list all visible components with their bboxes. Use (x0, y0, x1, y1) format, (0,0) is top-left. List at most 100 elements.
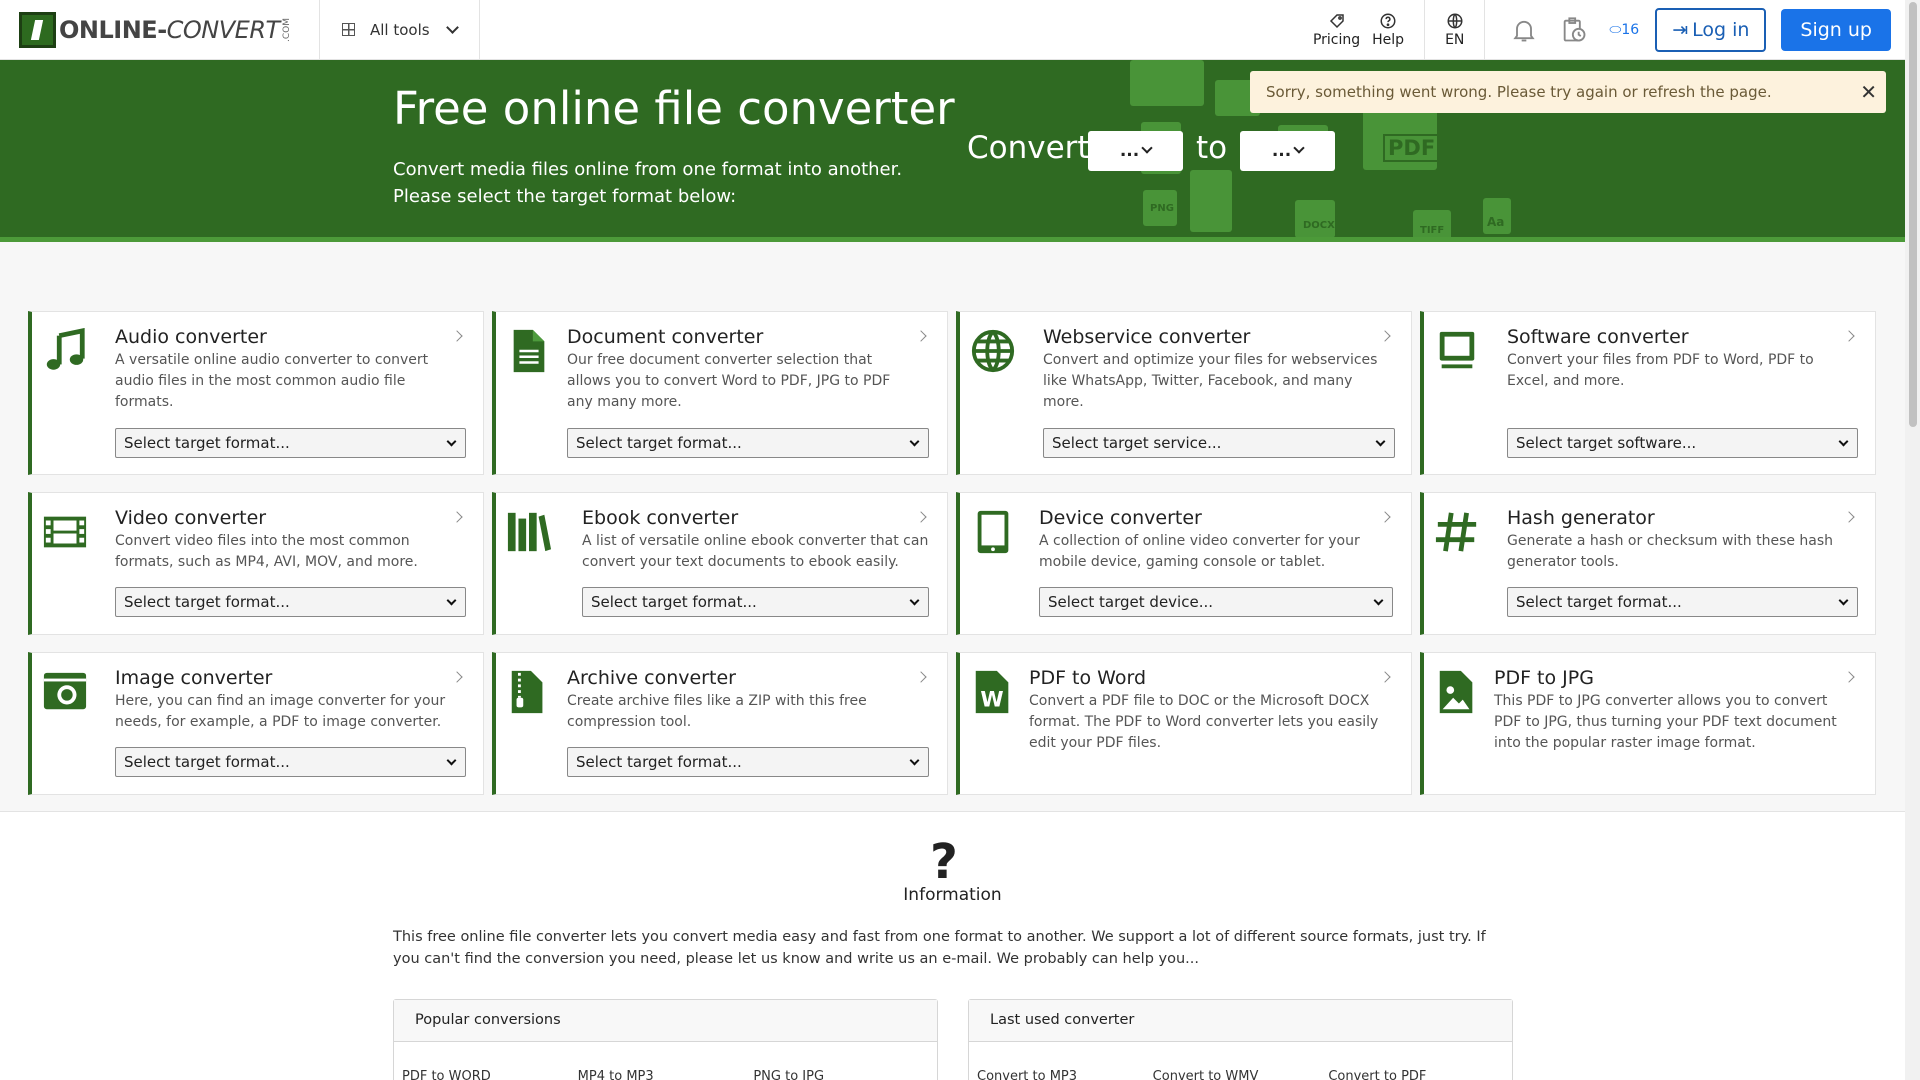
card-title[interactable]: Software converter (1507, 326, 1689, 348)
notifications-button[interactable] (1499, 0, 1549, 60)
card-software-converter[interactable]: Software converter Convert your files fr… (1420, 311, 1876, 475)
card-title[interactable]: Archive converter (567, 667, 736, 689)
file-icon (1190, 170, 1232, 232)
card-title[interactable]: Audio converter (115, 326, 267, 348)
card-image-converter[interactable]: Image converter Here, you can find an im… (28, 652, 484, 795)
chevron-right-icon[interactable] (1843, 330, 1855, 342)
login-button[interactable]: ⇥ Log in (1655, 8, 1767, 52)
chevron-right-icon[interactable] (451, 511, 463, 523)
all-tools-menu[interactable]: All tools (320, 0, 480, 60)
credits-counter[interactable]: ⬭ 16 (1599, 22, 1649, 38)
last-used-link[interactable]: Convert to PDF (1328, 1069, 1504, 1080)
globe-icon (1447, 13, 1463, 29)
close-icon[interactable]: ✕ (1860, 80, 1877, 104)
chevron-right-icon[interactable] (1379, 330, 1391, 342)
target-software-select[interactable]: Select target software... (1507, 428, 1858, 458)
card-description: A list of versatile online ebook convert… (582, 533, 929, 570)
card-document-converter[interactable]: Document converter Our free document con… (492, 311, 948, 475)
convert-label: Convert (967, 130, 1090, 166)
card-title[interactable]: PDF to Word (1029, 667, 1146, 689)
chevron-down-icon (1141, 142, 1153, 154)
chevron-right-icon[interactable] (1843, 511, 1855, 523)
card-video-converter[interactable]: Video converter Convert video files into… (28, 492, 484, 635)
card-pdf-to-word[interactable]: W PDF to Word Convert a PDF file to DOC … (956, 652, 1412, 795)
books-icon (507, 512, 552, 552)
card-title[interactable]: PDF to JPG (1494, 667, 1594, 689)
chevron-right-icon[interactable] (451, 671, 463, 683)
target-format-select[interactable]: Select target format... (567, 747, 929, 777)
target-format-select[interactable]: Select target format... (115, 587, 466, 617)
grid-icon (342, 23, 355, 36)
card-description: Here, you can find an image converter fo… (115, 693, 446, 730)
last-used-converter-panel: Last used converter Convert to MP3 Conve… (968, 999, 1513, 1080)
target-format-select[interactable]: Select target format... (115, 747, 466, 777)
target-format-select[interactable]: Select target format... (567, 428, 929, 458)
login-icon: ⇥ (1672, 19, 1689, 41)
card-pdf-to-jpg[interactable]: PDF to JPG This PDF to JPG converter all… (1420, 652, 1876, 795)
card-archive-converter[interactable]: Archive converter Create archive files l… (492, 652, 948, 795)
clipboard-clock-icon (1564, 17, 1586, 42)
card-audio-converter[interactable]: Audio converter A versatile online audio… (28, 311, 484, 475)
history-button[interactable] (1549, 0, 1599, 60)
vertical-scrollbar[interactable] (1905, 0, 1920, 1080)
language-selector[interactable]: EN (1439, 12, 1470, 48)
card-device-converter[interactable]: Device converter A collection of online … (956, 492, 1412, 635)
hash-icon (1435, 512, 1477, 552)
last-used-link[interactable]: Convert to MP3 (977, 1069, 1153, 1080)
card-description: Convert video files into the most common… (115, 533, 418, 570)
information-heading: Information (903, 885, 1002, 905)
popular-link[interactable]: PDF to WORD (402, 1069, 578, 1080)
card-title[interactable]: Device converter (1039, 507, 1202, 529)
divider (1484, 0, 1486, 60)
target-format-select[interactable]: Select target format... (115, 428, 466, 458)
chevron-right-icon[interactable] (1379, 671, 1391, 683)
card-title[interactable]: Document converter (567, 326, 763, 348)
site-logo[interactable]: ONLINE-CONVERT .COM (0, 0, 320, 60)
word-file-icon: W (975, 670, 1009, 714)
card-title[interactable]: Webservice converter (1043, 326, 1250, 348)
bell-icon (1513, 20, 1536, 42)
source-format-select[interactable]: ... (1088, 131, 1183, 171)
divider (1424, 0, 1426, 60)
information-section: ? Information This free online file conv… (0, 811, 1905, 1080)
chevron-right-icon[interactable] (915, 330, 927, 342)
card-title[interactable]: Video converter (115, 507, 266, 529)
chevron-right-icon[interactable] (915, 671, 927, 683)
pricing-link[interactable]: Pricing (1307, 12, 1366, 48)
scrollbar-thumb[interactable] (1909, 2, 1917, 427)
chevron-right-icon[interactable] (1843, 671, 1855, 683)
globe-icon (971, 329, 1015, 373)
card-description: Our free document converter selection th… (567, 352, 891, 410)
tag-icon (1329, 14, 1344, 29)
card-webservice-converter[interactable]: Webservice converter Convert and optimiz… (956, 311, 1412, 475)
svg-text:W: W (980, 686, 1003, 711)
information-text: This free online file converter lets you… (393, 929, 1486, 967)
popular-conversions-panel: Popular conversions PDF to WORD MP4 to M… (393, 999, 938, 1080)
document-icon (513, 329, 545, 373)
chevron-right-icon[interactable] (451, 330, 463, 342)
popular-link[interactable]: MP4 to MP3 (578, 1069, 754, 1080)
help-link[interactable]: Help (1366, 12, 1410, 48)
credits-icon: ⬭ (1609, 22, 1622, 38)
popular-link[interactable]: PNG to JPG (753, 1069, 929, 1080)
camera-icon (43, 672, 87, 710)
card-description: A collection of online video converter f… (1039, 533, 1360, 570)
card-hash-generator[interactable]: Hash generator Generate a hash or checks… (1420, 492, 1876, 635)
panel-title: Last used converter (969, 1000, 1512, 1042)
chevron-right-icon[interactable] (915, 511, 927, 523)
card-title[interactable]: Ebook converter (582, 507, 738, 529)
card-ebook-converter[interactable]: Ebook converter A list of versatile onli… (492, 492, 948, 635)
card-description: Create archive files like a ZIP with thi… (567, 693, 867, 730)
chevron-right-icon[interactable] (1379, 511, 1391, 523)
chevron-down-icon (1293, 142, 1305, 154)
card-title[interactable]: Hash generator (1507, 507, 1655, 529)
target-format-select[interactable]: Select target format... (582, 587, 929, 617)
target-service-select[interactable]: Select target service... (1043, 428, 1395, 458)
last-used-link[interactable]: Convert to WMV (1153, 1069, 1329, 1080)
signup-button[interactable]: Sign up (1781, 9, 1891, 51)
target-format-select[interactable]: ... (1240, 131, 1335, 171)
card-title[interactable]: Image converter (115, 667, 272, 689)
target-format-select[interactable]: Select target format... (1507, 587, 1858, 617)
music-note-icon (46, 328, 85, 370)
target-device-select[interactable]: Select target device... (1039, 587, 1393, 617)
